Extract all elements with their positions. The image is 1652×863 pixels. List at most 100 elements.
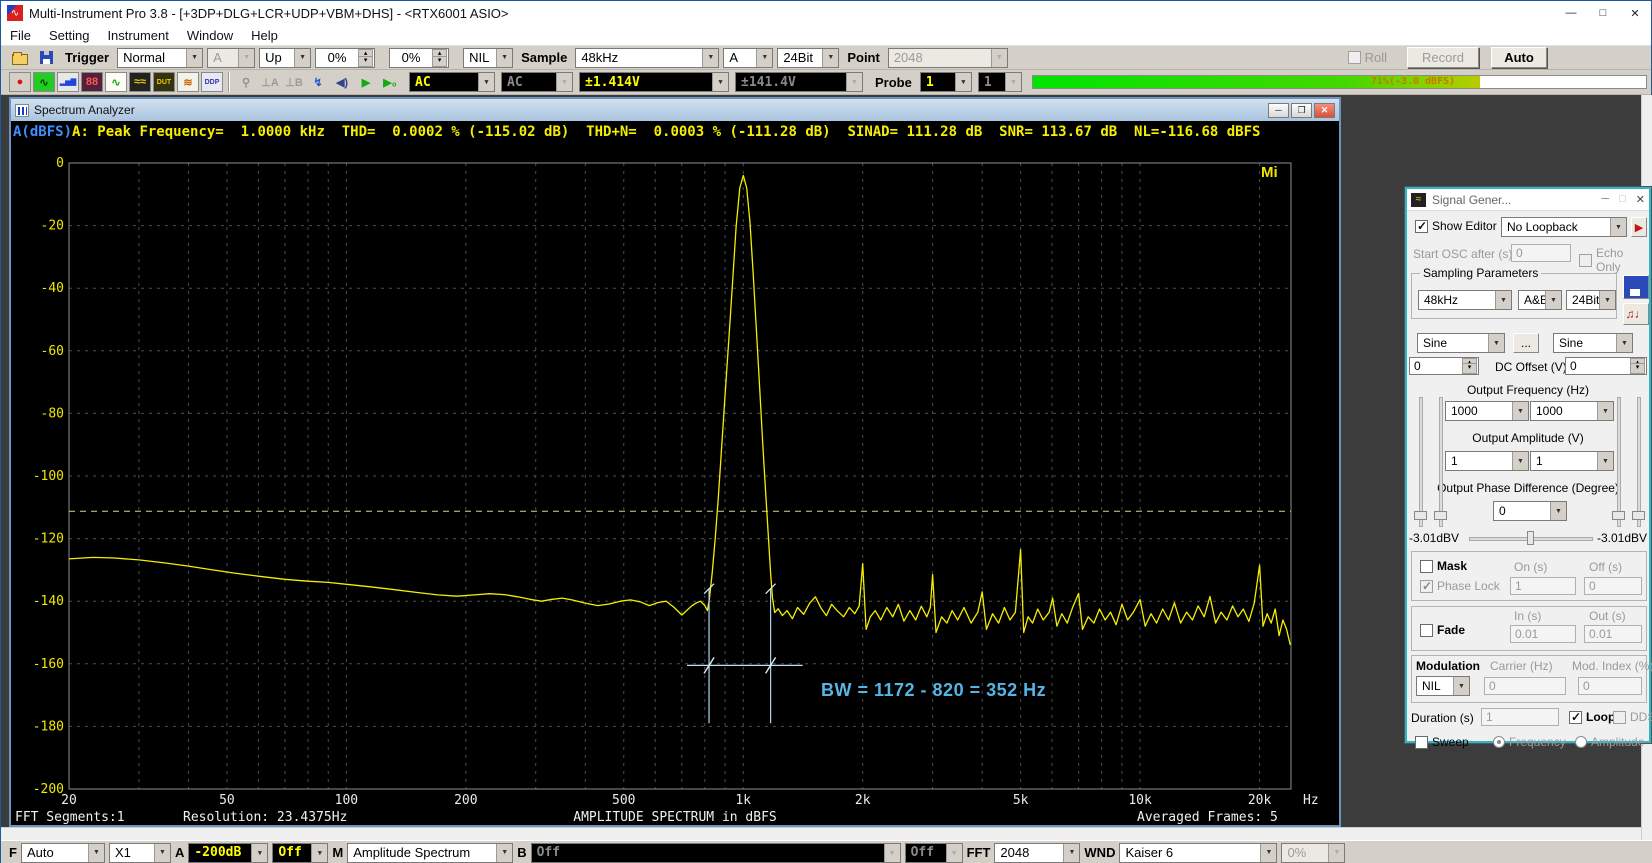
carrier-input[interactable]: 0 [1484, 677, 1566, 695]
gain-a-select[interactable]: Off [272, 843, 328, 863]
sample-channel-select[interactable]: A [723, 48, 773, 68]
mask-on-input[interactable]: 1 [1510, 577, 1576, 595]
signal-generator-titlebar[interactable]: ≈ Signal Gener... ─ □ ✕ [1407, 189, 1649, 211]
coupling-a-select[interactable]: AC [409, 72, 495, 92]
loop-checkbox[interactable]: Loop [1569, 710, 1615, 724]
device-test-plan-icon[interactable]: DUT [153, 72, 175, 92]
dc-offset-b-stepper[interactable]: 0 [1565, 357, 1647, 375]
show-editor-checkbox[interactable]: Show Editor [1415, 219, 1497, 233]
range-a-select[interactable]: ±1.414V [579, 72, 729, 92]
gain-b-select[interactable]: Off [905, 843, 963, 863]
amplitude-slider-a2[interactable] [1439, 397, 1443, 527]
display-mode-select[interactable]: Amplitude Spectrum [347, 843, 513, 863]
slider-thumb[interactable] [1612, 511, 1625, 520]
run-once-icon[interactable]: ▶₀ [379, 72, 401, 92]
roll-checkbox[interactable]: Roll [1348, 50, 1387, 65]
minimize-icon[interactable]: — [1555, 1, 1587, 25]
point-count-select[interactable]: 2048 [888, 48, 1008, 68]
menu-help[interactable]: Help [242, 26, 287, 45]
modulation-select[interactable]: NIL [1416, 676, 1470, 696]
siggen-rate-select[interactable]: 48kHz [1418, 290, 1512, 310]
sweep-checkbox[interactable]: Sweep [1415, 735, 1469, 749]
derived-data-curve-icon[interactable]: ≋ [177, 72, 199, 92]
siggen-close-icon[interactable]: ✕ [1636, 193, 1645, 206]
spectrum-plot[interactable]: 0-20-40-60-80-100-120-140-160-180-200205… [11, 143, 1339, 825]
dc-offset-a-stepper[interactable]: 0 [1409, 357, 1479, 375]
multimeter-icon[interactable]: 88 [81, 72, 103, 92]
auto-button[interactable]: Auto [1491, 47, 1547, 68]
fft-size-select[interactable]: 2048 [994, 843, 1080, 863]
spectrum-window-titlebar[interactable]: Spectrum Analyzer ─ ❐ ✕ [11, 99, 1339, 121]
siggen-save-button[interactable] [1623, 275, 1649, 299]
probe-a-select[interactable]: 1 [920, 72, 972, 92]
start-osc-input[interactable]: 0 [1511, 244, 1571, 262]
dds-checkbox[interactable]: DDS [1613, 710, 1652, 724]
amplitude-b-select[interactable]: 1 [1530, 451, 1614, 471]
zoom-select[interactable]: X1 [109, 843, 171, 863]
sweep-amplitude-radio[interactable]: Amplitude [1575, 735, 1644, 749]
signal-generator-icon[interactable]: ∿ [105, 72, 127, 92]
spectrum-close-icon[interactable]: ✕ [1314, 103, 1335, 118]
echo-only-checkbox[interactable]: Echo Only [1579, 246, 1649, 274]
oscilloscope-icon[interactable]: ∿ [33, 72, 55, 92]
balance-slider-thumb[interactable] [1527, 531, 1534, 545]
mod-index-input[interactable]: 0 [1578, 677, 1642, 695]
siggen-notes-button[interactable] [1623, 303, 1649, 325]
fade-out-input[interactable]: 0.01 [1584, 625, 1642, 643]
horizontal-scrollbar[interactable] [1, 827, 1641, 840]
slider-thumb[interactable] [1414, 511, 1427, 520]
menu-window[interactable]: Window [178, 26, 242, 45]
sweep-frequency-radio[interactable]: Frequency [1493, 735, 1566, 749]
phase-difference-select[interactable]: 0 [1493, 501, 1567, 521]
siggen-run-button[interactable] [1631, 217, 1647, 237]
menu-instrument[interactable]: Instrument [98, 26, 177, 45]
mask-checkbox[interactable]: Mask [1420, 559, 1467, 573]
coupling-b-select[interactable]: AC [501, 72, 573, 92]
siggen-maximize-icon[interactable]: □ [1619, 193, 1626, 206]
frequency-a-select[interactable]: 1000 [1445, 401, 1529, 421]
waveform-b-select[interactable]: Sine [1553, 333, 1633, 353]
probe-b-select[interactable]: 1 [978, 72, 1022, 92]
range-b-select[interactable]: ±141.4V [735, 72, 863, 92]
sample-rate-select[interactable]: 48kHz [575, 48, 719, 68]
siggen-channel-select[interactable]: A&B [1518, 290, 1562, 310]
sample-bits-select[interactable]: 24Bit [777, 48, 839, 68]
amplitude-slider-b2[interactable] [1637, 397, 1641, 527]
siggen-minimize-icon[interactable]: ─ [1601, 193, 1609, 206]
trigger-level-stepper[interactable]: 0% [315, 48, 375, 68]
trigger-mode-select[interactable]: Normal [117, 48, 203, 68]
trigger-hpf-select[interactable]: NIL [463, 48, 513, 68]
fade-in-input[interactable]: 0.01 [1510, 625, 1576, 643]
run-stop-icon[interactable]: ● [9, 72, 31, 92]
maximize-icon[interactable]: □ [1587, 1, 1619, 25]
trigger-delay-stepper[interactable]: 0% [389, 48, 449, 68]
sound-speaker-icon[interactable]: ◀) [331, 72, 353, 92]
menu-setting[interactable]: Setting [40, 26, 98, 45]
amplitude-slider-a1[interactable] [1419, 397, 1423, 527]
window-function-select[interactable]: Kaiser 6 [1119, 843, 1277, 863]
waveform-more-button[interactable]: ... [1513, 333, 1539, 353]
mask-off-input[interactable]: 0 [1584, 577, 1642, 595]
open-file-icon[interactable] [9, 48, 31, 68]
menu-file[interactable]: File [1, 26, 40, 45]
frequency-b-select[interactable]: 1000 [1530, 401, 1614, 421]
fade-checkbox[interactable]: Fade [1420, 623, 1465, 637]
siggen-bits-select[interactable]: 24Bit [1566, 290, 1616, 310]
bandwidth-cursors[interactable]: BW = 1172 - 820 = 352 Hz [687, 584, 1046, 724]
waveform-a-select[interactable]: Sine [1417, 333, 1505, 353]
ddp-viewer-icon[interactable]: DDP [201, 72, 223, 92]
record-button[interactable]: Record [1407, 47, 1479, 68]
loopback-select[interactable]: No Loopback [1501, 217, 1627, 237]
slider-thumb[interactable] [1632, 511, 1645, 520]
duration-input[interactable]: 1 [1481, 708, 1559, 726]
slider-thumb[interactable] [1434, 511, 1447, 520]
range-a-bottom-select[interactable]: -200dB [188, 843, 268, 863]
range-b-bottom-select[interactable]: Off [531, 843, 901, 863]
run-icon[interactable]: ▶ [355, 72, 377, 92]
amplitude-a-select[interactable]: 1 [1445, 451, 1529, 471]
spectrum-3d-plot-icon[interactable]: ≈≈ [129, 72, 151, 92]
spectrum-minimize-icon[interactable]: ─ [1268, 103, 1289, 118]
spectrum-analyzer-icon[interactable]: ▂▅▇ [57, 72, 79, 92]
phase-lock-checkbox[interactable]: Phase Lock [1420, 579, 1500, 593]
trigger-edge-select[interactable]: Up [259, 48, 311, 68]
